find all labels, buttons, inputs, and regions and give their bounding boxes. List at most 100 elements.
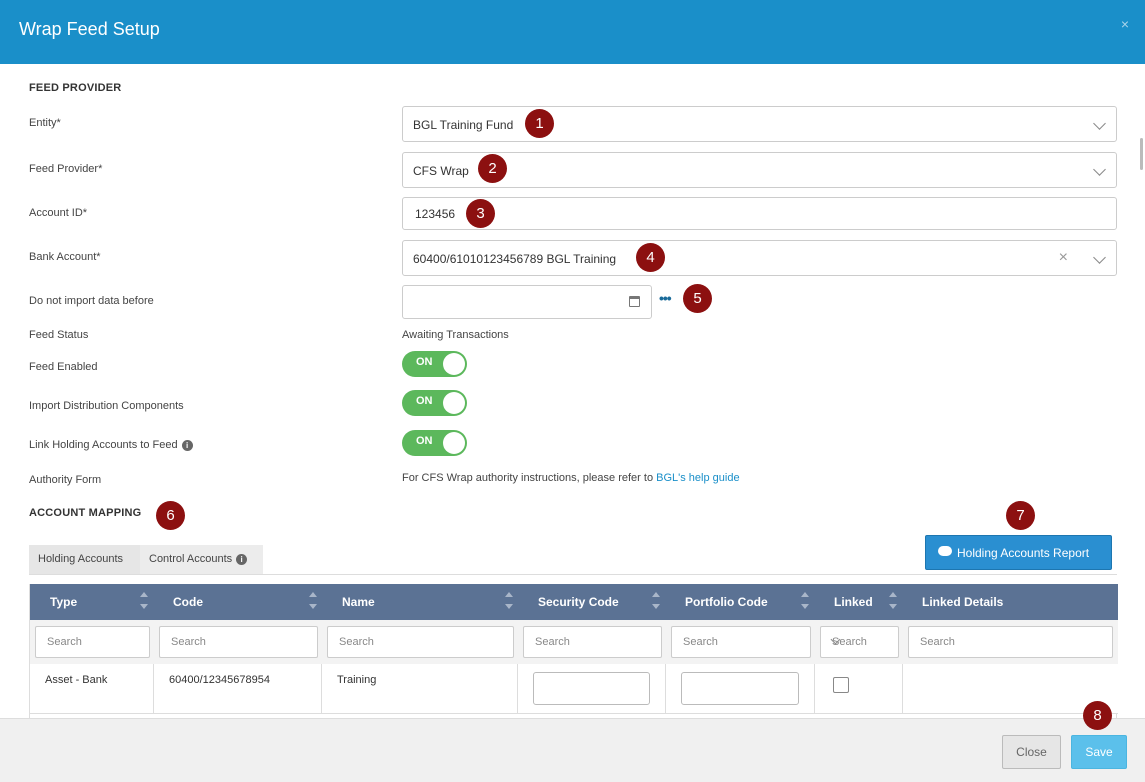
filter-placeholder: Search <box>339 636 374 648</box>
sort-icon[interactable] <box>140 592 148 612</box>
modal-header: Wrap Feed Setup × <box>0 0 1145 64</box>
cell-name: Training <box>322 664 518 714</box>
link-holding-label: Link Holding Accounts to Feed i <box>29 439 193 451</box>
entity-value: BGL Training Fund <box>413 118 514 132</box>
entity-select[interactable]: BGL Training Fund <box>402 106 1117 142</box>
calendar-icon[interactable] <box>629 296 640 307</box>
filter-linked-details[interactable]: Search <box>908 626 1113 658</box>
filter-security-code[interactable]: Search <box>523 626 662 658</box>
sort-icon[interactable] <box>801 592 809 612</box>
holding-accounts-report-button[interactable]: Holding Accounts Report <box>925 535 1112 570</box>
annotation-badge-2: 2 <box>478 154 507 183</box>
more-options-icon[interactable]: ••• <box>659 290 672 306</box>
toggle-state: ON <box>416 356 433 368</box>
cell-type-value: Asset - Bank <box>45 674 108 686</box>
cell-type: Asset - Bank <box>30 664 154 714</box>
account-mapping-title: ACCOUNT MAPPING <box>29 507 142 519</box>
filter-portfolio-code[interactable]: Search <box>671 626 811 658</box>
col-linked[interactable]: Linked <box>834 595 873 609</box>
tab-control-accounts[interactable]: Control Accounts i <box>140 545 263 574</box>
portfolio-code-input[interactable] <box>681 672 799 705</box>
feed-enabled-toggle[interactable]: ON <box>402 351 467 377</box>
chevron-down-icon <box>1093 163 1106 176</box>
holding-accounts-table: Type Code Name Security Code Portfolio C… <box>29 584 1118 718</box>
sort-icon[interactable] <box>505 592 513 612</box>
sort-icon[interactable] <box>889 592 897 612</box>
feed-provider-label: Feed Provider* <box>29 163 103 175</box>
do-not-import-label: Do not import data before <box>29 295 154 307</box>
col-security-code[interactable]: Security Code <box>538 595 619 609</box>
linked-checkbox[interactable] <box>833 677 849 693</box>
import-distribution-toggle[interactable]: ON <box>402 390 467 416</box>
filter-placeholder: Search <box>47 636 82 648</box>
date-input[interactable] <box>402 285 652 319</box>
cloud-download-icon <box>938 546 952 556</box>
annotation-badge-8: 8 <box>1083 701 1112 730</box>
annotation-badge-5: 5 <box>683 284 712 313</box>
col-type[interactable]: Type <box>50 595 77 609</box>
toggle-knob <box>443 353 465 375</box>
filter-placeholder: Search <box>535 636 570 648</box>
filter-placeholder: Search <box>171 636 206 648</box>
filter-name[interactable]: Search <box>327 626 514 658</box>
sort-icon[interactable] <box>309 592 317 612</box>
cell-linked <box>815 664 903 714</box>
modal-footer: Close Save <box>0 718 1145 782</box>
filter-placeholder: Search <box>683 636 718 648</box>
filter-placeholder: Search <box>920 636 955 648</box>
report-button-label: Holding Accounts Report <box>957 546 1090 560</box>
link-holding-text: Link Holding Accounts to Feed <box>29 439 178 451</box>
col-code[interactable]: Code <box>173 595 203 609</box>
cell-code: 60400/12345678954 <box>154 664 322 714</box>
save-button[interactable]: Save <box>1071 735 1127 769</box>
authority-form-label: Authority Form <box>29 474 102 486</box>
close-icon[interactable]: × <box>1121 16 1129 32</box>
feed-status-value: Awaiting Transactions <box>402 329 509 341</box>
annotation-badge-7: 7 <box>1006 501 1035 530</box>
feed-provider-value: CFS Wrap <box>413 164 469 178</box>
tab-control-accounts-label: Control Accounts <box>149 553 233 565</box>
cell-code-value: 60400/12345678954 <box>169 674 270 686</box>
tab-divider <box>29 574 1117 575</box>
entity-label: Entity* <box>29 117 61 129</box>
col-linked-details: Linked Details <box>922 595 1004 609</box>
filter-type[interactable]: Search <box>35 626 150 658</box>
feed-status-label: Feed Status <box>29 329 89 341</box>
feed-provider-title: FEED PROVIDER <box>29 82 122 94</box>
table-header: Type Code Name Security Code Portfolio C… <box>30 584 1118 620</box>
account-id-label: Account ID* <box>29 207 88 219</box>
annotation-badge-6: 6 <box>156 501 185 530</box>
authority-form-text: For CFS Wrap authority instructions, ple… <box>402 472 740 484</box>
bank-account-label: Bank Account* <box>29 251 101 263</box>
link-holding-toggle[interactable]: ON <box>402 430 467 456</box>
security-code-input[interactable] <box>533 672 650 705</box>
close-button[interactable]: Close <box>1002 735 1061 769</box>
feed-enabled-label: Feed Enabled <box>29 361 98 373</box>
filter-row: Search Search Search Search Search Searc… <box>30 620 1118 664</box>
help-guide-link[interactable]: BGL's help guide <box>656 472 739 484</box>
toggle-knob <box>443 392 465 414</box>
info-icon[interactable]: i <box>181 440 193 451</box>
cell-portfolio-code <box>666 664 815 714</box>
bank-account-select[interactable]: 60400/61010123456789 BGL Training × <box>402 240 1117 276</box>
col-portfolio-code[interactable]: Portfolio Code <box>685 595 768 609</box>
feed-provider-select[interactable]: CFS Wrap <box>402 152 1117 188</box>
toggle-state: ON <box>416 395 433 407</box>
annotation-badge-4: 4 <box>636 243 665 272</box>
chevron-down-icon <box>1093 117 1106 130</box>
tab-holding-accounts[interactable]: Holding Accounts <box>29 545 140 574</box>
col-name[interactable]: Name <box>342 595 375 609</box>
filter-code[interactable]: Search <box>159 626 318 658</box>
account-id-input[interactable]: 123456 <box>402 197 1117 230</box>
modal-title: Wrap Feed Setup <box>19 19 160 39</box>
filter-linked[interactable]: Search <box>820 626 899 658</box>
clear-icon[interactable]: × <box>1059 249 1068 267</box>
scrollbar[interactable] <box>1139 64 1145 718</box>
table-row: Asset - Bank 60400/12345678954 Training <box>30 664 1118 714</box>
authority-instructions: For CFS Wrap authority instructions, ple… <box>402 472 654 484</box>
scroll-thumb[interactable] <box>1140 138 1143 170</box>
info-icon[interactable]: i <box>236 554 248 565</box>
annotation-badge-3: 3 <box>466 199 495 228</box>
chevron-down-icon <box>1093 251 1106 264</box>
sort-icon[interactable] <box>652 592 660 612</box>
